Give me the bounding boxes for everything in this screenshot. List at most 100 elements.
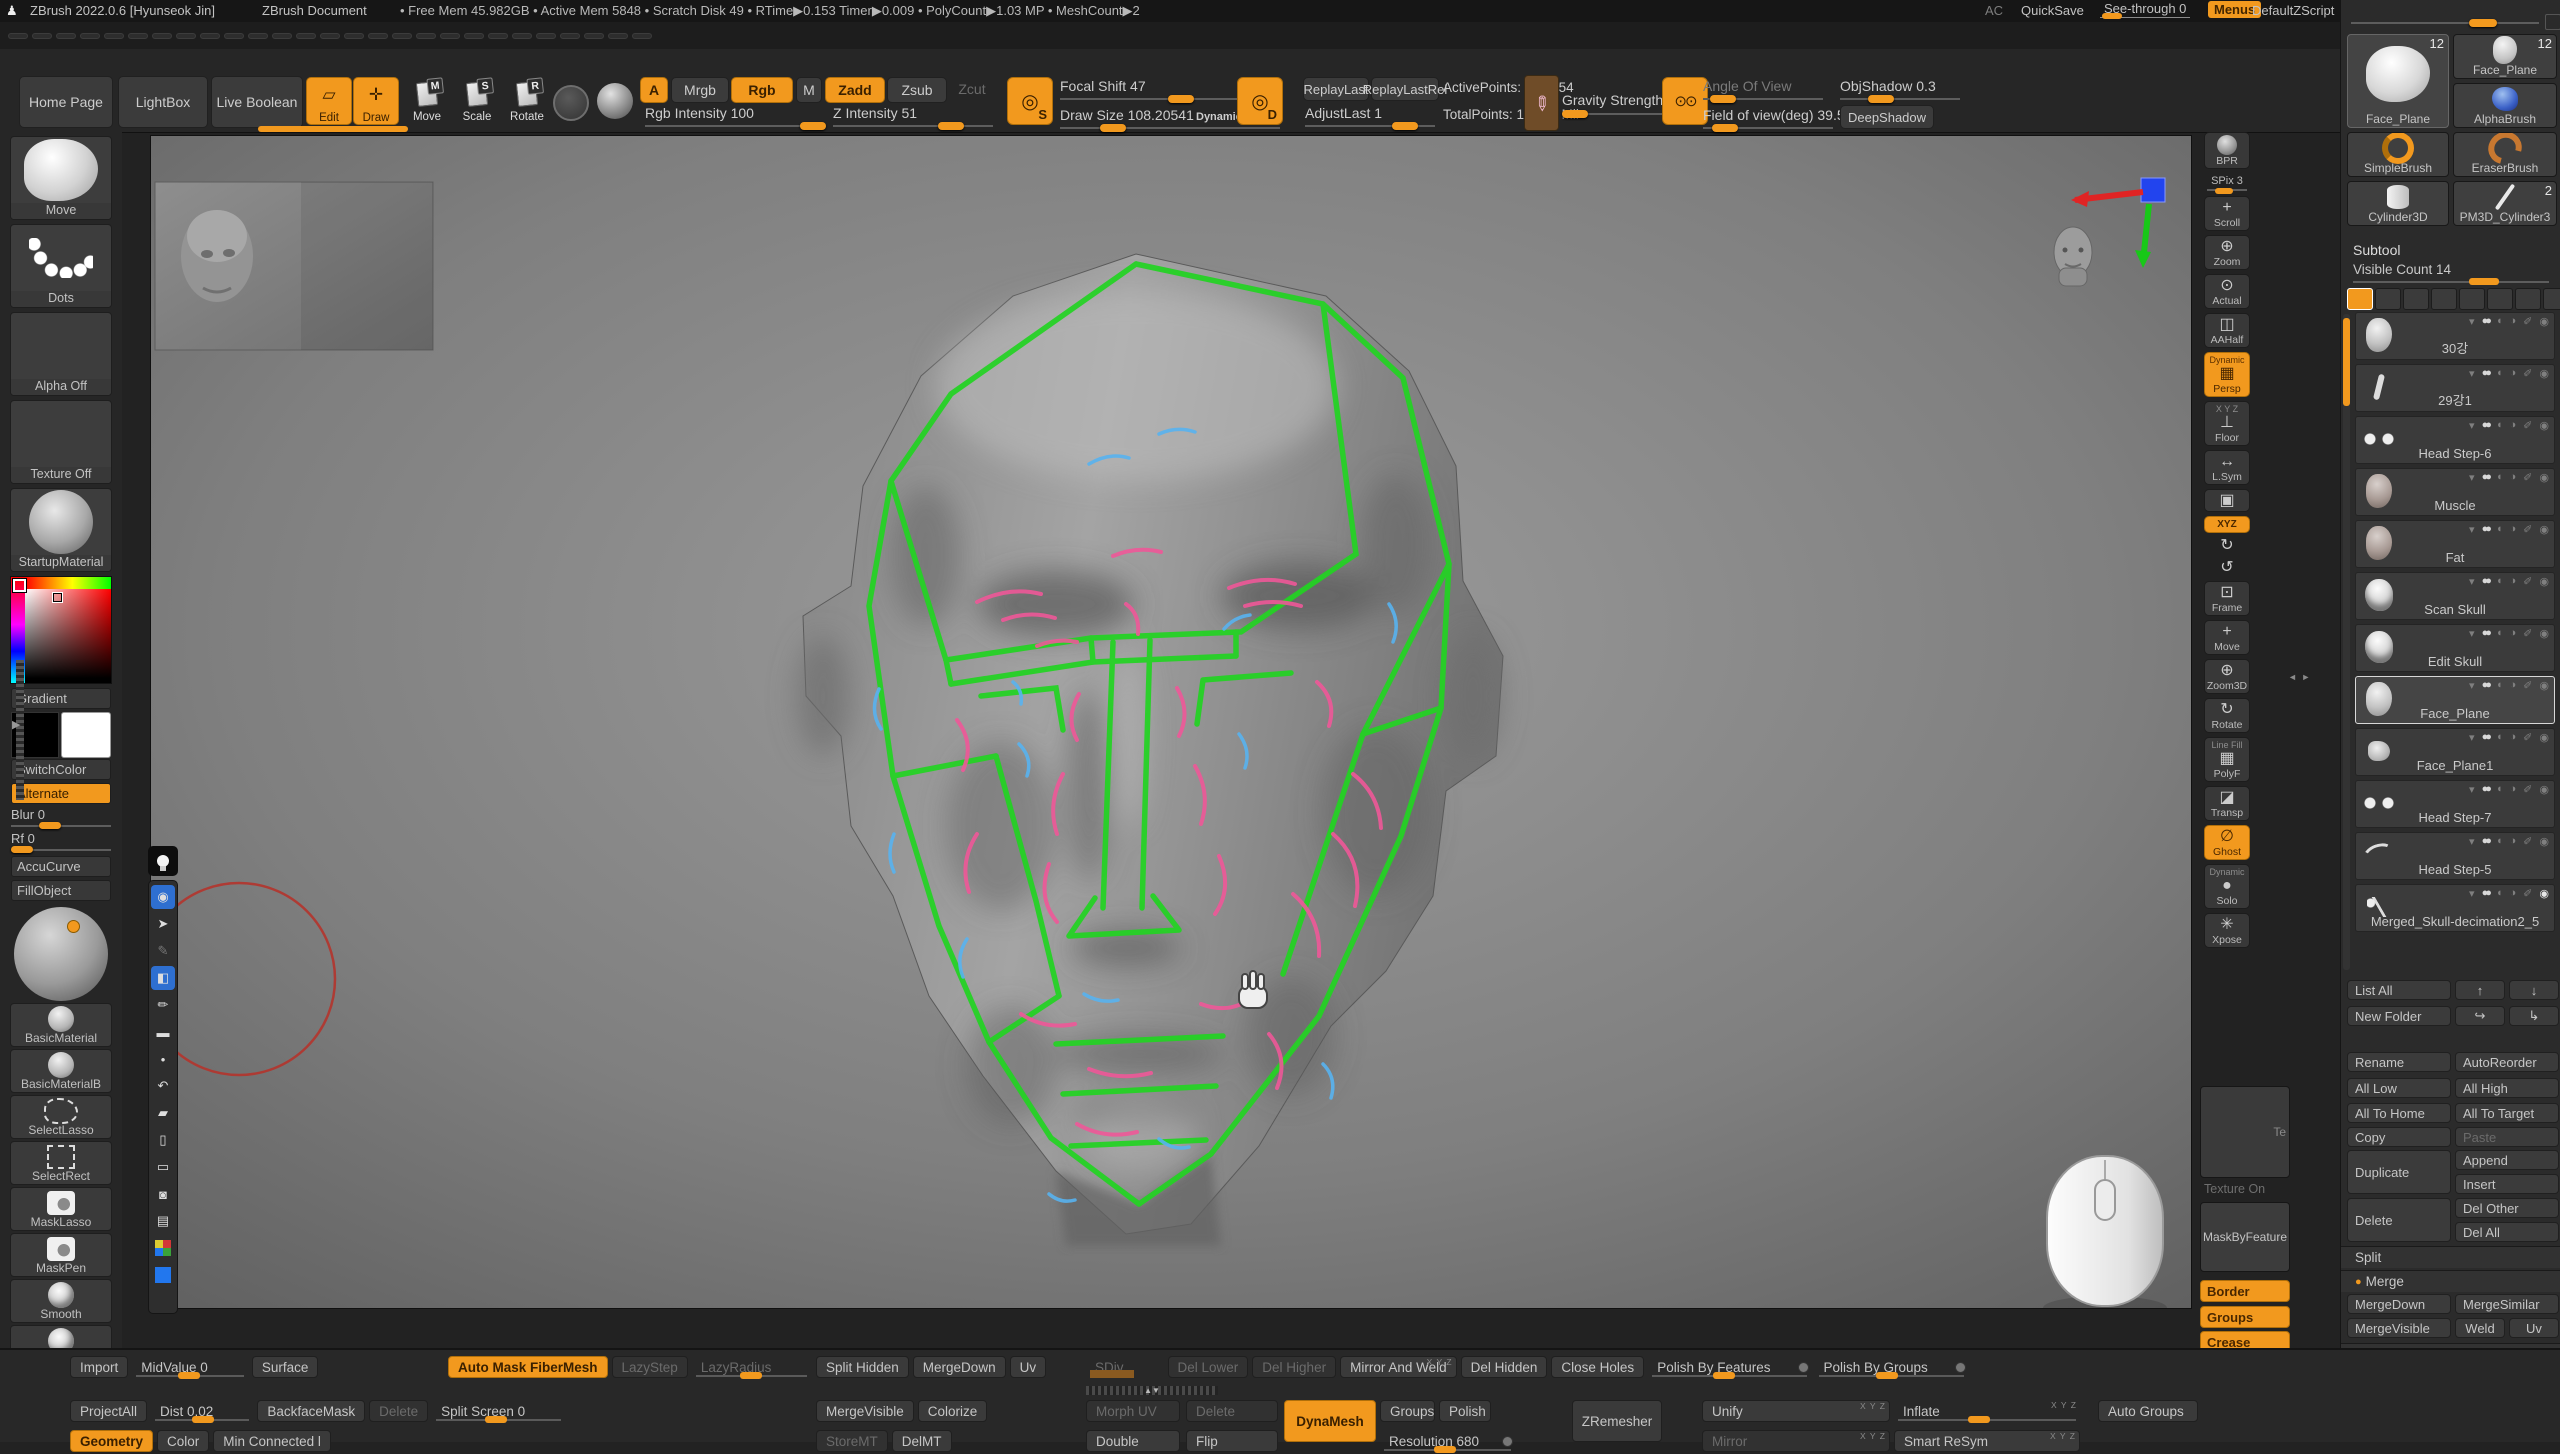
eye-icon[interactable]: ◉ — [2539, 679, 2549, 692]
dist-0-02[interactable]: Dist 0.02 — [151, 1400, 253, 1422]
subtool-version-tab[interactable] — [2347, 288, 2373, 310]
lazyradius[interactable]: LazyRadius — [692, 1356, 812, 1378]
selectlasso[interactable]: SelectLasso — [10, 1095, 112, 1139]
polypaint-brush-icon[interactable]: ✐ — [2523, 731, 2532, 744]
del-other-button[interactable]: Del Other — [2455, 1198, 2559, 1218]
rotate-button[interactable]: R Rotate — [505, 77, 549, 123]
see-through-handle[interactable] — [2102, 13, 2122, 19]
mergedown[interactable]: MergeDown — [913, 1356, 1006, 1378]
frame-button[interactable]: ⊡ Frame — [2204, 581, 2250, 616]
move-up-button[interactable]: ↑ — [2455, 980, 2505, 1000]
border-button[interactable]: Border — [2200, 1280, 2290, 1302]
half-tone-icon[interactable]: ◑ — [2510, 419, 2517, 432]
annotation-bulb-button[interactable] — [148, 846, 178, 876]
polypaint-brush-icon[interactable]: ✐ — [2523, 887, 2532, 900]
eye-icon[interactable]: ◉ — [2539, 419, 2549, 432]
dynamesh-button[interactable]: DynaMesh — [1284, 1400, 1376, 1442]
half-tone-icon[interactable]: ◑ — [2510, 523, 2517, 536]
simplebrush[interactable]: SimpleBrush — [2347, 132, 2449, 177]
eye-icon[interactable]: ◉ — [2539, 315, 2549, 328]
half-tone-icon[interactable]: ◑ — [2510, 679, 2517, 692]
solo-button[interactable]: Dynamic ● Solo — [2204, 864, 2250, 909]
adjust-last-handle[interactable] — [1392, 122, 1418, 130]
crescent-icon[interactable]: ◖ — [2496, 471, 2503, 484]
all-to-target-button[interactable]: All To Target — [2455, 1103, 2559, 1123]
home-page-button[interactable]: Home Page — [19, 76, 113, 128]
default-zscript-button[interactable]: DefaultZScript — [2252, 3, 2334, 18]
eye-icon[interactable]: ◉ — [2539, 835, 2549, 848]
saturation-value-square[interactable] — [25, 589, 111, 683]
hue-selector[interactable] — [13, 579, 26, 592]
obj-shadow-slider[interactable]: ObjShadow 0.3 — [1840, 78, 1936, 94]
polypaint-brush-icon[interactable]: ✐ — [2523, 835, 2532, 848]
half-tone-icon[interactable]: ◑ — [2510, 887, 2517, 900]
menu-item[interactable] — [368, 33, 388, 39]
projectall[interactable]: ProjectAll — [70, 1400, 147, 1422]
trash-icon[interactable]: ▯ — [151, 1128, 175, 1152]
merge-down-icon[interactable]: ▾ — [2469, 575, 2475, 588]
menu-item[interactable] — [344, 33, 364, 39]
move-down-button[interactable]: ↓ — [2509, 980, 2559, 1000]
crescent-icon[interactable]: ◖ — [2496, 783, 2503, 796]
move[interactable]: Move — [10, 136, 112, 220]
merge-down-icon[interactable]: ▾ — [2469, 783, 2475, 796]
menu-item[interactable] — [272, 33, 292, 39]
panel-menu-box[interactable] — [2545, 14, 2560, 30]
deep-shadow-button[interactable]: DeepShadow — [1840, 105, 1934, 129]
polish-button[interactable]: Polish — [1439, 1400, 1491, 1422]
half-tone-icon[interactable]: ◑ — [2510, 731, 2517, 744]
lsym-button[interactable]: ↔ L.Sym — [2204, 450, 2250, 485]
polypaint-brush-icon[interactable]: ✐ — [2523, 471, 2532, 484]
rf-slider[interactable]: Rf 0 — [11, 831, 111, 853]
menu-item[interactable] — [416, 33, 436, 39]
xpose-button[interactable]: ✳ Xpose — [2204, 913, 2250, 948]
merge-down-icon[interactable]: ▾ — [2469, 887, 2475, 900]
startupmaterial[interactable]: StartupMaterial — [10, 488, 112, 572]
menu-item[interactable] — [632, 33, 652, 39]
storemt[interactable]: StoreMT — [816, 1430, 888, 1452]
merge-down-icon[interactable]: ▾ — [2469, 627, 2475, 640]
polypaint-brush-icon[interactable]: ✐ — [2523, 783, 2532, 796]
obj-shadow-handle[interactable] — [1868, 95, 1894, 103]
spin-z-icon[interactable]: ↺ — [2205, 559, 2249, 577]
undo-icon[interactable]: ↶ — [151, 1074, 175, 1098]
subtool-row[interactable]: ▾ ●● ◖ ◑ ✐ ◉ Face_Plane — [2355, 676, 2555, 724]
crescent-icon[interactable]: ◖ — [2496, 835, 2503, 848]
pair-visibility-icon[interactable]: ●● — [2482, 419, 2489, 432]
subtool-row[interactable]: ▾ ●● ◖ ◑ ✐ ◉ Face_Plane1 — [2355, 728, 2555, 776]
crescent-icon[interactable]: ◖ — [2496, 627, 2503, 640]
backfacemask[interactable]: BackfaceMask — [257, 1400, 365, 1422]
half-tone-icon[interactable]: ◑ — [2510, 575, 2517, 588]
uv[interactable]: Uv — [1010, 1356, 1047, 1378]
fill-object-button[interactable]: FillObject — [11, 880, 111, 901]
unify-button[interactable]: UnifyX Y Z — [1702, 1400, 1890, 1422]
merge-down-icon[interactable]: ▾ — [2469, 419, 2475, 432]
menu-item[interactable] — [560, 33, 580, 39]
pair-visibility-icon[interactable]: ●● — [2482, 367, 2489, 380]
blur-slider[interactable]: Blur 0 — [11, 807, 111, 829]
del-lower[interactable]: Del Lower — [1168, 1356, 1249, 1378]
face-plane[interactable]: 12 Face_Plane — [2453, 34, 2557, 79]
uv-button[interactable]: Uv — [2509, 1318, 2559, 1338]
half-tone-icon[interactable]: ◑ — [2510, 315, 2517, 328]
z-intensity-slider[interactable]: Z Intensity 51 — [833, 105, 917, 121]
subtool-row[interactable]: ▾ ●● ◖ ◑ ✐ ◉ 30강 — [2355, 312, 2555, 360]
del-all-button[interactable]: Del All — [2455, 1222, 2559, 1242]
subtool-version-tab[interactable] — [2515, 288, 2541, 310]
anchor-a-button[interactable]: A — [640, 77, 668, 103]
visible-count-handle[interactable] — [2469, 278, 2499, 285]
stroke-icon[interactable]: ◎S — [1007, 77, 1053, 125]
new-folder-button[interactable]: New Folder — [2347, 1006, 2451, 1026]
camera-icon[interactable]: ⊙⊙ — [1662, 77, 1708, 125]
pair-visibility-icon[interactable]: ●● — [2482, 523, 2489, 536]
zoom3d-button[interactable]: ⊕ Zoom3D — [2204, 659, 2250, 694]
crescent-icon[interactable]: ◖ — [2496, 575, 2503, 588]
texture-off[interactable]: Texture Off — [10, 400, 112, 484]
ruler-icon[interactable]: ▬ — [151, 1020, 175, 1044]
transp-button[interactable]: ◪ Transp — [2204, 786, 2250, 821]
crescent-icon[interactable]: ◖ — [2496, 315, 2503, 328]
morph-uv-button[interactable]: Morph UV — [1086, 1400, 1180, 1422]
masklasso[interactable]: MaskLasso — [10, 1187, 112, 1231]
draw-size-icon[interactable]: ◎D — [1237, 77, 1283, 125]
rgb-intensity-handle[interactable] — [800, 122, 826, 130]
